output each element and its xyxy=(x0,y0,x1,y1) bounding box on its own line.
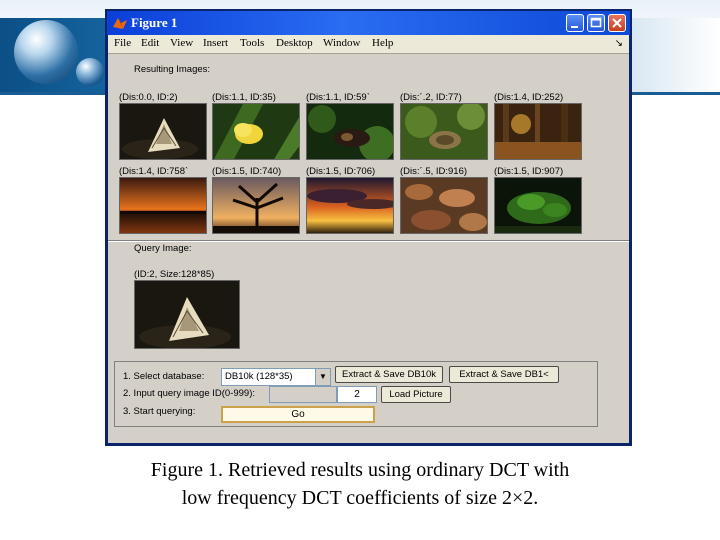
result-image-tree-silhouette[interactable] xyxy=(212,177,300,234)
query-id-input[interactable]: 2 xyxy=(337,386,377,403)
extract-save-db10k-button[interactable]: Extract & Save DB10k xyxy=(335,366,443,383)
menu-desktop[interactable]: Desktop xyxy=(276,37,313,49)
result-label: (Dis:1.4, ID:758` xyxy=(119,166,189,177)
maximize-icon xyxy=(590,17,602,28)
result-label: (Dis:1.5, ID:907) xyxy=(494,166,564,177)
menu-view[interactable]: View xyxy=(170,37,193,49)
figure-caption-line1: Figure 1. Retrieved results using ordina… xyxy=(150,459,570,481)
chevron-down-icon[interactable]: ▼ xyxy=(315,369,330,385)
step1-label: 1. Select database: xyxy=(123,371,205,382)
maximize-button[interactable] xyxy=(587,14,605,32)
menu-file[interactable]: File xyxy=(114,37,131,49)
query-info: (ID:2, Size:128*85) xyxy=(134,269,215,280)
figure-caption-line2: low frequency DCT coefficients of size 2… xyxy=(181,487,539,509)
menu-bar: File Edit View Insert Tools Desktop Wind… xyxy=(108,35,629,54)
result-image-cloudy-sunset[interactable] xyxy=(306,177,394,234)
query-image xyxy=(134,280,240,349)
menu-edit[interactable]: Edit xyxy=(141,37,159,49)
query-id-spacer xyxy=(269,386,337,403)
result-image-moth-on-leaves[interactable] xyxy=(400,103,488,160)
minimize-icon xyxy=(571,26,578,28)
result-label: (Dis:1.4, ID:252) xyxy=(494,92,564,103)
close-icon xyxy=(612,18,622,28)
result-label: (Dis:1.1, ID:59` xyxy=(306,92,370,103)
slide-logo-sphere-icon xyxy=(14,20,78,84)
menu-window[interactable]: Window xyxy=(323,37,360,49)
menu-insert[interactable]: Insert xyxy=(203,37,228,49)
result-image-dark-butterfly[interactable] xyxy=(306,103,394,160)
figure-client-area: File Edit View Insert Tools Desktop Wind… xyxy=(108,35,629,443)
results-heading: Resulting Images: xyxy=(134,64,211,75)
database-select-value: DB10k (128*35) xyxy=(225,371,293,382)
step3-label: 3. Start querying: xyxy=(123,406,196,417)
minimize-button[interactable] xyxy=(566,14,584,32)
control-panel: 1. Select database: DB10k (128*35) ▼ Ext… xyxy=(114,361,598,427)
result-image-yellow-butterfly[interactable] xyxy=(212,103,300,160)
section-divider-highlight xyxy=(108,241,629,242)
result-label: (Dis:´.2, ID:77) xyxy=(400,92,462,103)
extract-save-db1k-button[interactable]: Extract & Save DB1< xyxy=(449,366,559,383)
result-label: (Dis:0.0, ID:2) xyxy=(119,92,178,103)
result-image-moth[interactable] xyxy=(119,103,207,160)
load-picture-button[interactable]: Load Picture xyxy=(381,386,451,403)
result-label: (Dis:1.1, ID:35) xyxy=(212,92,276,103)
close-button[interactable] xyxy=(608,14,626,32)
query-heading: Query Image: xyxy=(134,243,192,254)
result-image-green-plant[interactable] xyxy=(494,177,582,234)
result-image-dry-leaves[interactable] xyxy=(400,177,488,234)
figure-window: Figure 1 File Edit View Insert Tools Des… xyxy=(105,9,632,446)
title-bar[interactable]: Figure 1 xyxy=(107,11,630,35)
dock-arrow-icon[interactable]: ↘ xyxy=(615,38,623,49)
step2-label: 2. Input query image ID(0-999): xyxy=(123,388,256,399)
menu-tools[interactable]: Tools xyxy=(240,37,264,49)
window-title: Figure 1 xyxy=(131,15,178,30)
result-label: (Dis:1.5, ID:740) xyxy=(212,166,282,177)
result-label: (Dis:1.5, ID:706) xyxy=(306,166,376,177)
database-select[interactable]: DB10k (128*35) ▼ xyxy=(221,368,331,386)
slide-logo-small-sphere-icon xyxy=(76,58,104,86)
result-label: (Dis:´.5, ID:916) xyxy=(400,166,468,177)
go-button[interactable]: Go xyxy=(221,406,375,423)
matlab-logo-icon xyxy=(113,18,127,29)
menu-help[interactable]: Help xyxy=(372,37,393,49)
result-image-sunset-lake[interactable] xyxy=(119,177,207,234)
result-image-autumn-forest[interactable] xyxy=(494,103,582,160)
